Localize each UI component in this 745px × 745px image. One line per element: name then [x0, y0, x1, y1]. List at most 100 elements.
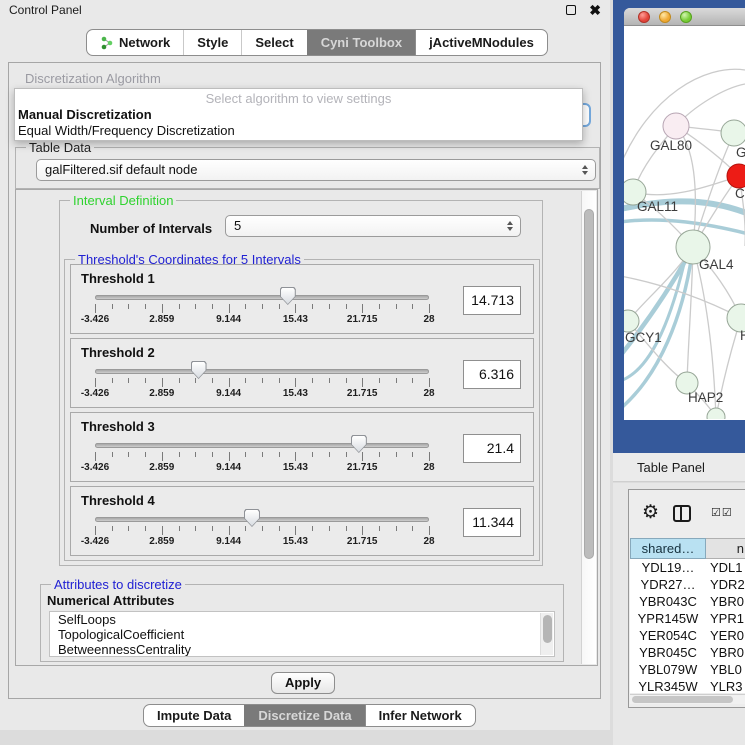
tab-discretize-data[interactable]: Discretize Data — [244, 705, 364, 726]
control-panel-window: Control Panel ✖ NetworkStyleSelectCyni T… — [0, 0, 610, 730]
cyni-bottom-tab-bar: Impute DataDiscretize DataInfer Network — [143, 704, 476, 727]
combo-spinner-icon — [507, 216, 513, 236]
threshold-slider[interactable]: -3.4262.8599.14415.4321.71528 — [95, 487, 429, 555]
table-horizontal-scrollbar[interactable] — [630, 694, 745, 704]
network-window-titlebar[interactable] — [624, 8, 745, 26]
slider-thumb[interactable] — [244, 509, 260, 527]
tick-mark — [128, 526, 129, 531]
tick-mark — [195, 304, 196, 309]
table-row[interactable]: YDR27…YDR2 — [630, 576, 745, 593]
dropdown-option[interactable]: Equal Width/Frequency Discretization — [15, 123, 582, 139]
tick-mark — [112, 526, 113, 531]
network-canvas[interactable]: GAL80GACGAL11GAL4GCY1HHAP2 — [624, 26, 745, 419]
scrollbar-thumb[interactable] — [632, 696, 733, 703]
slider-thumb[interactable] — [351, 435, 367, 453]
gear-icon[interactable]: ⚙ — [642, 503, 659, 523]
table-data-combobox[interactable]: galFiltered.sif default node — [36, 159, 596, 181]
threshold-value-field[interactable]: 11.344 — [463, 508, 521, 537]
tick-mark — [162, 526, 163, 535]
tab-infer-network[interactable]: Infer Network — [365, 705, 475, 726]
tick-label: 15.43 — [283, 536, 308, 547]
screen: Control Panel ✖ NetworkStyleSelectCyni T… — [0, 0, 745, 745]
table-row[interactable]: YER054CYER0 — [630, 627, 745, 644]
tick-label: 9.144 — [216, 314, 241, 325]
tab-jactivemnodules[interactable]: jActiveMNodules — [415, 30, 547, 55]
threshold-value-field[interactable]: 6.316 — [463, 360, 521, 389]
number-of-intervals-combobox[interactable]: 5 — [225, 215, 521, 237]
attribute-list-item[interactable]: TopologicalCoefficient — [50, 627, 554, 642]
minimize-traffic-light-icon[interactable] — [659, 11, 671, 23]
tick-label: 21.715 — [347, 462, 378, 473]
threshold-slider[interactable]: -3.4262.8599.14415.4321.71528 — [95, 265, 429, 333]
threshold-row: Threshold 2-3.4262.8599.14415.4321.71528… — [70, 338, 534, 408]
tick-mark — [245, 378, 246, 383]
threshold-slider[interactable]: -3.4262.8599.14415.4321.71528 — [95, 339, 429, 407]
select-columns-icon[interactable]: ☑☑ — [711, 506, 733, 519]
table-row[interactable]: YBR045CYBR0 — [630, 644, 745, 661]
network-node[interactable] — [721, 120, 745, 146]
tick-mark — [95, 378, 96, 387]
tab-select[interactable]: Select — [241, 30, 306, 55]
cyni-toolbox-panel: Discretization Algorithm Select algorith… — [8, 62, 601, 699]
panel-vertical-scrollbar[interactable] — [581, 191, 596, 664]
attribute-items: SelfLoopsTopologicalCoefficientBetweenne… — [50, 612, 554, 657]
table-row[interactable]: YBL079WYBL0 — [630, 661, 745, 678]
slider-ticks — [95, 526, 429, 535]
table-row[interactable]: YPR145WYPR1 — [630, 610, 745, 627]
scrollbar-thumb[interactable] — [543, 615, 552, 643]
network-node[interactable] — [663, 113, 689, 139]
threshold-slider[interactable]: -3.4262.8599.14415.4321.71528 — [95, 413, 429, 481]
tick-mark — [295, 304, 296, 313]
control-panel-tab-bar: NetworkStyleSelectCyni ToolboxjActiveMNo… — [86, 29, 548, 56]
tab-impute-data[interactable]: Impute Data — [144, 705, 244, 726]
column-header-name[interactable]: n — [706, 538, 745, 559]
tick-label: -3.426 — [81, 314, 109, 325]
tick-mark — [379, 452, 380, 457]
network-node[interactable] — [624, 310, 639, 332]
network-window-frame[interactable]: GAL80GACGAL11GAL4GCY1HHAP2 — [613, 0, 745, 453]
column-header-shared-name[interactable]: shared… — [630, 538, 706, 559]
dropdown-option[interactable]: Manual Discretization — [15, 107, 582, 123]
table-cell-shared-name: YBL079W — [630, 661, 706, 678]
tick-mark — [362, 452, 363, 461]
attribute-list-item[interactable]: BetweennessCentrality — [50, 642, 554, 657]
threshold-list: Threshold 1-3.4262.8599.14415.4321.71528… — [65, 264, 539, 556]
table-data-group-title: Table Data — [26, 140, 94, 155]
tick-mark — [212, 452, 213, 457]
table-row[interactable]: YLR345WYLR3 — [630, 678, 745, 693]
table-cell-name: YLR3 — [706, 678, 745, 693]
threshold-value-field[interactable]: 21.4 — [463, 434, 521, 463]
table-row[interactable]: YBR043CYBR0 — [630, 593, 745, 610]
attribute-list-scrollbar[interactable] — [540, 613, 553, 655]
attribute-list-item[interactable]: SelfLoops — [50, 612, 554, 627]
network-node-label: H — [740, 328, 745, 343]
apply-button[interactable]: Apply — [271, 672, 335, 694]
tick-mark — [162, 378, 163, 387]
slider-thumb[interactable] — [280, 287, 296, 305]
threshold-value-field[interactable]: 14.713 — [463, 286, 521, 315]
tab-cyni-toolbox[interactable]: Cyni Toolbox — [307, 30, 415, 55]
slider-thumb[interactable] — [191, 361, 207, 379]
network-node-label: GAL4 — [699, 257, 734, 272]
close-icon[interactable]: ✖ — [589, 5, 601, 15]
slider-track — [95, 295, 429, 300]
tick-label: 28 — [423, 536, 434, 547]
tick-label: -3.426 — [81, 388, 109, 399]
network-node[interactable] — [707, 408, 725, 419]
tab-style[interactable]: Style — [183, 30, 241, 55]
table-row[interactable]: YDL19…YDL1 — [630, 559, 745, 576]
tick-mark — [362, 378, 363, 387]
table-cell-name: YBR0 — [706, 593, 745, 610]
tick-mark — [262, 526, 263, 531]
tick-label: 9.144 — [216, 388, 241, 399]
tab-network[interactable]: Network — [87, 30, 183, 55]
column-layout-icon[interactable] — [673, 505, 691, 522]
close-traffic-light-icon[interactable] — [638, 11, 650, 23]
tick-label: 2.859 — [149, 388, 174, 399]
tick-mark — [329, 378, 330, 383]
tick-mark — [212, 526, 213, 531]
float-window-icon[interactable] — [566, 5, 576, 15]
scrollbar-thumb[interactable] — [584, 209, 594, 559]
zoom-traffic-light-icon[interactable] — [680, 11, 692, 23]
numerical-attributes-list[interactable]: SelfLoopsTopologicalCoefficientBetweenne… — [49, 611, 555, 657]
